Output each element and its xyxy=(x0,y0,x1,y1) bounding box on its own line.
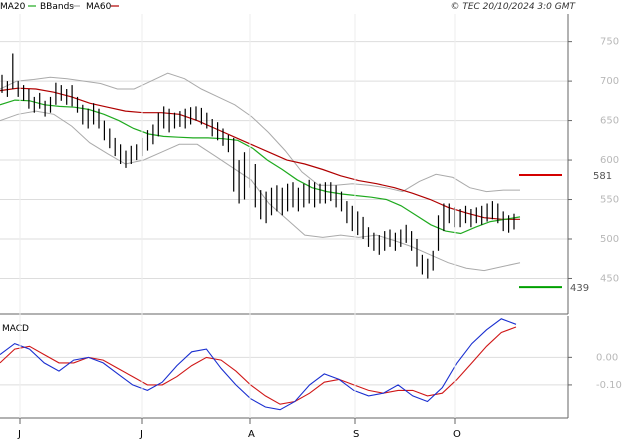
stock-chart: MA20 BBands MA60 © TEC 20/10/2024 3:0 GM… xyxy=(0,0,627,440)
legend-ma20: MA20 xyxy=(0,2,26,12)
copyright-label: © TEC 20/10/2024 3:0 GMT xyxy=(450,2,576,12)
macd-tick-label: 0.00 xyxy=(596,352,618,363)
price-tick-label: 700 xyxy=(600,76,619,87)
price-tick-label: 550 xyxy=(600,195,619,206)
chart-background xyxy=(0,0,627,440)
price-tick-label: 600 xyxy=(600,155,619,166)
price-level-label: 581 xyxy=(593,171,612,182)
price-tick-label: 500 xyxy=(600,234,619,245)
price-tick-label: 750 xyxy=(600,37,619,48)
price-tick-label: 650 xyxy=(600,116,619,127)
macd-tick-label: -0.10 xyxy=(596,380,622,391)
month-label: S xyxy=(353,429,359,440)
legend-ma60: MA60 xyxy=(86,2,112,12)
month-label: O xyxy=(453,429,461,440)
macd-title: MACD xyxy=(2,324,29,334)
month-label: A xyxy=(248,429,255,440)
price-level-label: 439 xyxy=(570,283,589,294)
header-legend: MA20 BBands MA60 xyxy=(0,2,119,12)
month-label: J xyxy=(139,429,143,440)
legend-bbands: BBands xyxy=(40,2,74,12)
price-tick-label: 450 xyxy=(600,273,619,284)
month-label: J xyxy=(17,429,21,440)
